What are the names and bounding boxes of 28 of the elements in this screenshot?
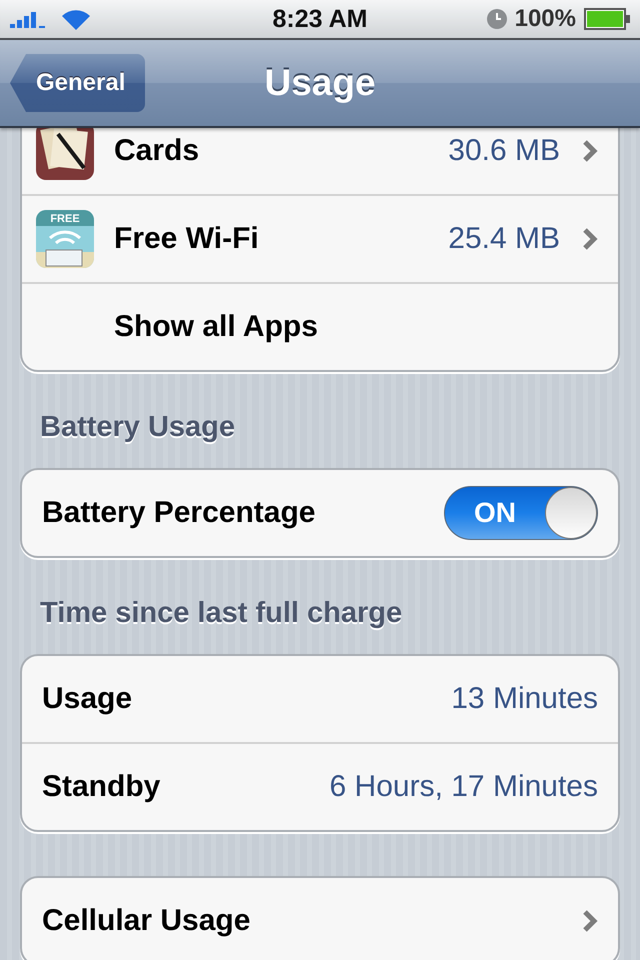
setting-value: 6 Hours, 17 Minutes [330,770,598,804]
toggle-switch[interactable]: ON [444,486,598,540]
chevron-icon [582,139,598,163]
back-button[interactable]: General [10,54,146,112]
clock-icon [486,9,507,29]
setting-value: 13 Minutes [451,682,598,716]
setting-label: Usage [42,682,132,716]
data-usage: 30.6 MB [448,134,560,168]
app-name[interactable]: Free Wi-Fi [114,222,259,256]
battery-icon [584,8,630,30]
setting-label: Standby [42,770,160,804]
section-header: Battery Usage [39,410,236,444]
app-icon [36,128,94,180]
chevron-icon [582,909,598,933]
status-time: 8:23 AM [272,4,368,34]
battery-percentage: 100% [514,5,576,33]
menu-item[interactable]: Cellular Usage [42,904,250,938]
app-icon: FREE [36,210,94,268]
toggle-state: ON [473,497,517,529]
page-title: Usage [264,62,376,104]
chevron-icon [582,227,598,251]
app-name[interactable]: Cards [114,134,200,168]
setting-label: Battery Percentage [42,496,316,530]
section-header: Time since last full charge [39,596,404,630]
signal-icon [10,10,46,28]
data-usage: 25.4 MB [448,222,560,256]
show-all-link[interactable]: Show all Apps [114,310,318,344]
wifi-icon [60,8,92,30]
